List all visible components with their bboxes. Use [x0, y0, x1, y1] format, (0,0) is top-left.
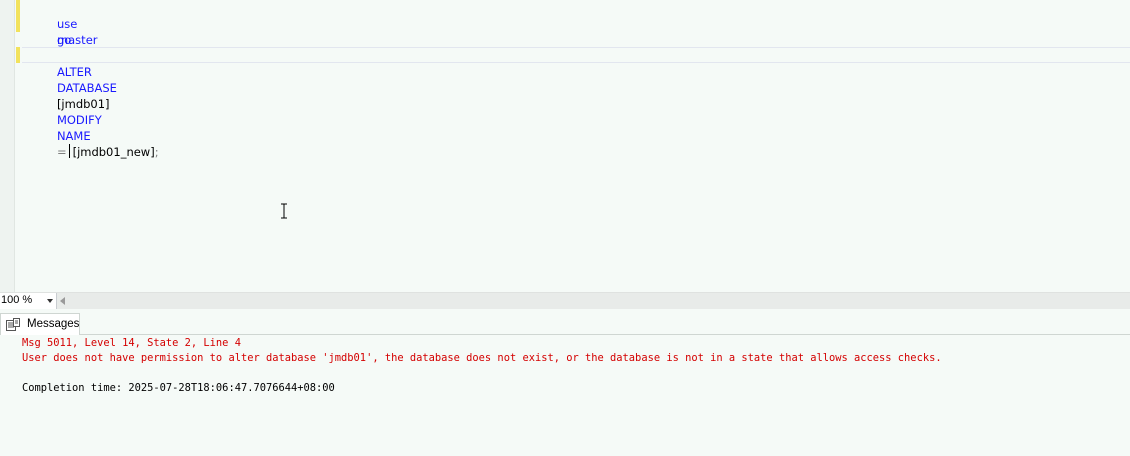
- messages-pane[interactable]: Msg 5011, Level 14, State 2, Line 4 User…: [0, 335, 1130, 456]
- sql-keyword: DATABASE: [56, 81, 117, 95]
- query-editor[interactable]: use master go ALTER DATABASE [jmdb01] MO…: [0, 0, 1130, 292]
- editor-gutter: [0, 0, 15, 292]
- completion-time: Completion time: 2025-07-28T18:06:47.707…: [22, 382, 335, 394]
- results-tabbar: Messages: [0, 309, 1130, 335]
- sql-keyword: MODIFY: [56, 113, 102, 127]
- tab-messages-label: Messages: [27, 318, 80, 330]
- query-window: use master go ALTER DATABASE [jmdb01] MO…: [0, 0, 1130, 456]
- error-text: User does not have permission to alter d…: [22, 352, 942, 364]
- sql-semicolon: ;: [154, 145, 159, 159]
- sql-keyword: go: [56, 33, 72, 47]
- chevron-down-icon[interactable]: [47, 299, 53, 303]
- change-marker: [16, 0, 20, 32]
- code-line-2[interactable]: go: [35, 16, 71, 47]
- sql-identifier: [jmdb01]: [56, 97, 110, 111]
- text-caret: [68, 144, 70, 158]
- scroll-left-icon[interactable]: [60, 297, 65, 305]
- sql-operator: =: [56, 145, 67, 159]
- messages-icon: [6, 318, 20, 331]
- sql-identifier: [jmdb01_new]: [72, 145, 155, 159]
- current-line-highlight: [22, 47, 1130, 63]
- sql-keyword: ALTER: [56, 65, 92, 79]
- tab-messages[interactable]: Messages: [0, 313, 80, 335]
- error-header: Msg 5011, Level 14, State 2, Line 4: [22, 337, 241, 349]
- editor-status-strip: 100 %: [0, 292, 1130, 309]
- zoom-dropdown[interactable]: 100 %: [0, 293, 57, 309]
- code-line-1[interactable]: use master: [35, 0, 98, 47]
- code-line-4[interactable]: ALTER DATABASE [jmdb01] MODIFY NAME = [jm…: [35, 48, 159, 159]
- text-cursor-icon: [281, 203, 287, 219]
- change-marker: [16, 47, 20, 63]
- sql-keyword: NAME: [56, 129, 91, 143]
- zoom-value: 100 %: [1, 294, 33, 306]
